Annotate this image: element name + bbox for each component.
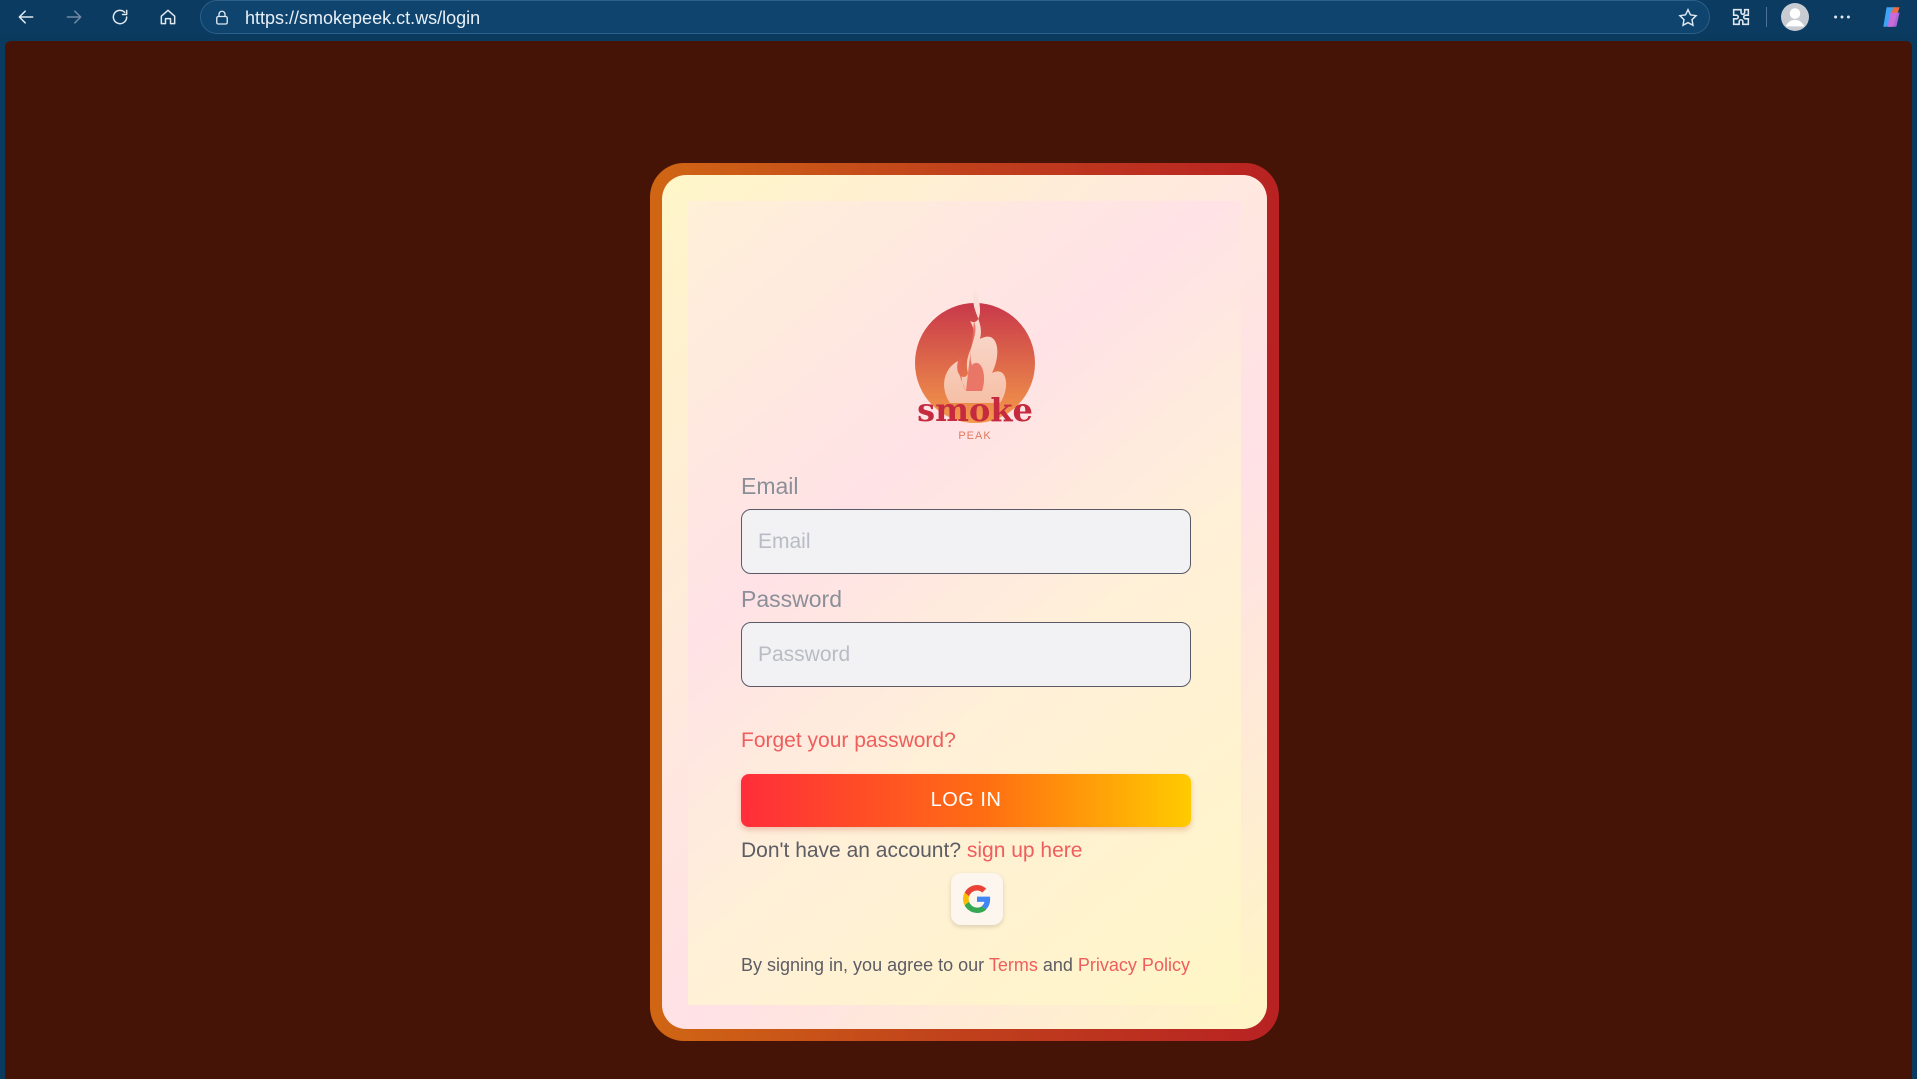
- address-bar[interactable]: https://smokepeek.ct.ws/login: [200, 0, 1710, 34]
- logo-subtext: PEAK: [958, 430, 991, 442]
- email-input[interactable]: [742, 510, 1190, 573]
- terms-notice: By signing in, you agree to our Terms an…: [741, 955, 1190, 976]
- toolbar-divider: [1766, 7, 1767, 27]
- smoke-peak-logo: smoke PEAK: [910, 281, 1040, 451]
- profile-icon[interactable]: [1778, 2, 1812, 32]
- password-label: Password: [741, 586, 842, 612]
- email-field-box: [741, 509, 1191, 574]
- page-viewport: smoke PEAK Email Password Forget your pa…: [5, 41, 1912, 1079]
- forgot-password-link[interactable]: Forget your password?: [741, 729, 956, 753]
- browser-toolbar: https://smokepeek.ct.ws/login: [0, 0, 1917, 34]
- login-button[interactable]: LOG IN: [741, 774, 1191, 827]
- password-field-box: [741, 622, 1191, 687]
- back-icon[interactable]: [10, 2, 42, 32]
- email-label: Email: [741, 473, 799, 499]
- login-panel: smoke PEAK Email Password Forget your pa…: [688, 201, 1241, 1005]
- google-icon: [963, 885, 991, 913]
- terms-link[interactable]: Terms: [989, 955, 1038, 975]
- login-card-frame: smoke PEAK Email Password Forget your pa…: [650, 163, 1279, 1041]
- terms-prefix: By signing in, you agree to our: [741, 955, 985, 975]
- url-text[interactable]: https://smokepeek.ct.ws/login: [245, 8, 480, 29]
- home-icon[interactable]: [152, 2, 184, 32]
- privacy-policy-link[interactable]: Privacy Policy: [1078, 955, 1190, 975]
- google-signin-button[interactable]: [951, 873, 1003, 925]
- extensions-icon[interactable]: [1725, 2, 1757, 32]
- signup-prompt-text: Don't have an account?: [741, 839, 961, 862]
- terms-and: and: [1042, 955, 1073, 975]
- lock-icon[interactable]: [213, 9, 231, 27]
- login-card: smoke PEAK Email Password Forget your pa…: [662, 175, 1267, 1029]
- refresh-icon[interactable]: [104, 2, 136, 32]
- logo-wordmark: smoke: [917, 391, 1033, 429]
- forward-icon[interactable]: [58, 2, 90, 32]
- signup-prompt: Don't have an account? sign up here: [741, 839, 1082, 863]
- copilot-icon[interactable]: [1876, 2, 1908, 32]
- favorite-star-icon[interactable]: [1677, 7, 1699, 29]
- signup-link[interactable]: sign up here: [967, 839, 1083, 862]
- password-input[interactable]: [742, 623, 1190, 686]
- more-icon[interactable]: [1826, 2, 1858, 32]
